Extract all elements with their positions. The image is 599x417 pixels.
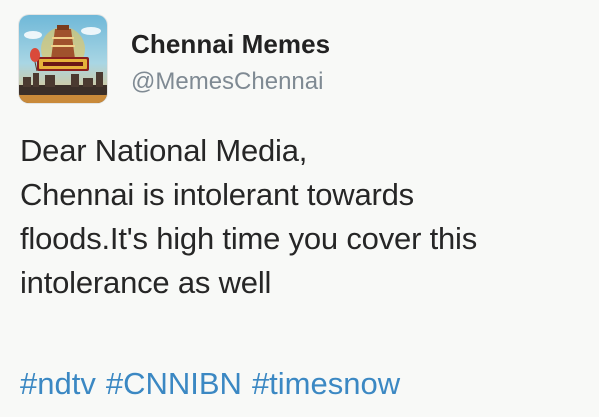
- hashtag-link[interactable]: #CNNIBN: [106, 366, 242, 401]
- hashtag-link[interactable]: #ndtv: [20, 366, 96, 401]
- tweet-text-line: intolerance as well: [20, 265, 272, 300]
- profile-avatar[interactable]: [19, 15, 107, 103]
- tweet-text: Dear National Media, Chennai is intolera…: [20, 129, 590, 305]
- hashtag-list: #ndtv #CNNIBN #timesnow: [20, 362, 590, 406]
- tweet-text-line: Chennai is intolerant towards: [20, 177, 414, 212]
- hashtag-link[interactable]: #timesnow: [252, 366, 400, 401]
- chennai-memes-logo-icon: [19, 15, 107, 103]
- user-handle[interactable]: @MemesChennai: [131, 67, 571, 97]
- tweet-header: Chennai Memes @MemesChennai: [131, 27, 571, 97]
- tweet-card: Chennai Memes @MemesChennai Dear Nationa…: [0, 0, 599, 417]
- tweet-text-line: Dear National Media,: [20, 133, 308, 168]
- display-name[interactable]: Chennai Memes: [131, 27, 571, 61]
- tweet-text-line: floods.It's high time you cover this: [20, 221, 478, 256]
